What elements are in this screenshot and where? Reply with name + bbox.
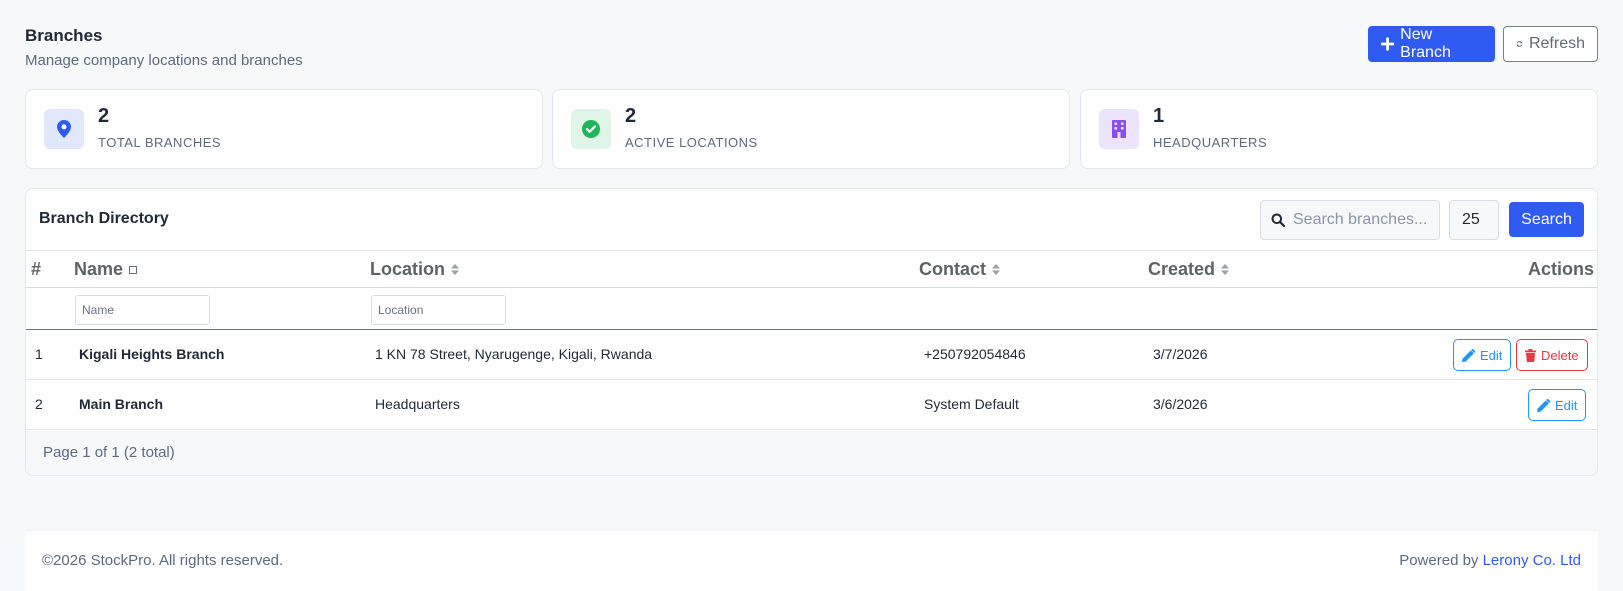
check-circle-icon bbox=[571, 109, 611, 149]
cell-created: 3/7/2026 bbox=[1153, 346, 1208, 362]
cell-location: Headquarters bbox=[375, 396, 460, 412]
stat-value: 2 bbox=[98, 105, 110, 127]
cell-name: Main Branch bbox=[79, 396, 164, 412]
table-header: # Name Location Contact Created Actions bbox=[26, 250, 1597, 288]
column-label: Created bbox=[1148, 259, 1216, 279]
building-icon bbox=[1099, 109, 1139, 149]
column-header-number: # bbox=[31, 259, 41, 280]
location-filter-input[interactable] bbox=[371, 295, 506, 325]
refresh-button[interactable]: Refresh bbox=[1503, 26, 1598, 62]
table-row: 1 Kigali Heights Branch 1 KN 78 Street, … bbox=[26, 330, 1597, 380]
stat-value: 1 bbox=[1153, 105, 1165, 127]
branch-directory-card: Branch Directory 25 Search # Name Locati… bbox=[25, 188, 1598, 476]
stat-card-headquarters: 1 HEADQUARTERS bbox=[1080, 89, 1598, 169]
column-header-contact[interactable]: Contact bbox=[919, 259, 1000, 280]
sort-square-icon bbox=[129, 265, 138, 274]
page-title: Branches bbox=[25, 26, 103, 45]
column-header-name[interactable]: Name bbox=[74, 259, 138, 280]
sort-icon bbox=[451, 264, 459, 275]
stat-value: 2 bbox=[625, 105, 637, 127]
delete-button[interactable]: Delete bbox=[1516, 339, 1588, 371]
column-label: Contact bbox=[919, 259, 986, 279]
edit-button[interactable]: Edit bbox=[1528, 389, 1587, 421]
column-label: # bbox=[31, 259, 42, 279]
stat-card-total-branches: 2 TOTAL BRANCHES bbox=[25, 89, 543, 169]
page-size-select[interactable]: 25 bbox=[1449, 200, 1499, 240]
cell-contact: System Default bbox=[924, 396, 1019, 412]
table-footer: Page 1 of 1 (2 total) bbox=[26, 431, 1597, 475]
column-label: Name bbox=[74, 259, 124, 279]
cell-created: 3/6/2026 bbox=[1153, 396, 1208, 412]
powered-by-text: Powered by bbox=[1399, 552, 1483, 569]
card-title: Branch Directory bbox=[39, 210, 169, 227]
map-pin-icon bbox=[44, 109, 84, 149]
stat-label: ACTIVE LOCATIONS bbox=[625, 135, 758, 150]
stat-card-active-locations: 2 ACTIVE LOCATIONS bbox=[552, 89, 1070, 169]
column-header-actions: Actions bbox=[1528, 259, 1594, 280]
refresh-label: Refresh bbox=[1528, 35, 1585, 52]
copyright-text: ©2026 StockPro. All rights reserved. bbox=[42, 552, 284, 569]
filter-row bbox=[26, 288, 1597, 330]
column-label: Location bbox=[370, 259, 445, 279]
cell-name: Kigali Heights Branch bbox=[79, 346, 225, 362]
sort-icon bbox=[992, 264, 1000, 275]
powered-by: Powered by Lerony Co. Ltd bbox=[1399, 552, 1581, 569]
new-branch-button[interactable]: New Branch bbox=[1368, 26, 1495, 62]
page-header: Branches Manage company locations and br… bbox=[25, 26, 303, 69]
edit-button[interactable]: Edit bbox=[1453, 339, 1512, 371]
table-row: 2 Main Branch Headquarters System Defaul… bbox=[26, 380, 1597, 430]
pencil-icon bbox=[1462, 348, 1475, 362]
column-header-location[interactable]: Location bbox=[370, 259, 459, 280]
cell-contact: +250792054846 bbox=[924, 346, 1026, 362]
stat-label: HEADQUARTERS bbox=[1153, 135, 1268, 150]
page-footer: ©2026 StockPro. All rights reserved. Pow… bbox=[25, 530, 1598, 591]
cell-number: 1 bbox=[35, 346, 43, 362]
pencil-icon bbox=[1537, 398, 1550, 412]
plus-icon bbox=[1381, 37, 1395, 51]
edit-label: Edit bbox=[1555, 397, 1578, 413]
cell-number: 2 bbox=[35, 396, 43, 412]
column-label: Actions bbox=[1527, 259, 1594, 279]
name-filter-input[interactable] bbox=[75, 295, 210, 325]
column-header-created[interactable]: Created bbox=[1148, 259, 1230, 280]
stat-label: TOTAL BRANCHES bbox=[98, 135, 222, 150]
search-input[interactable] bbox=[1293, 211, 1433, 229]
edit-label: Edit bbox=[1480, 347, 1503, 363]
search-box[interactable] bbox=[1260, 200, 1440, 240]
page-subtitle: Manage company locations and branches bbox=[25, 52, 303, 69]
pagination-info: Page 1 of 1 (2 total) bbox=[43, 444, 175, 461]
search-icon bbox=[1271, 213, 1285, 227]
new-branch-label: New Branch bbox=[1400, 26, 1451, 61]
company-link[interactable]: Lerony Co. Ltd bbox=[1483, 552, 1581, 569]
search-button[interactable]: Search bbox=[1509, 202, 1584, 237]
trash-icon bbox=[1525, 348, 1536, 362]
delete-label: Delete bbox=[1541, 347, 1579, 363]
sort-icon bbox=[1221, 264, 1230, 275]
refresh-icon bbox=[1516, 41, 1523, 47]
cell-location: 1 KN 78 Street, Nyarugenge, Kigali, Rwan… bbox=[375, 346, 653, 362]
